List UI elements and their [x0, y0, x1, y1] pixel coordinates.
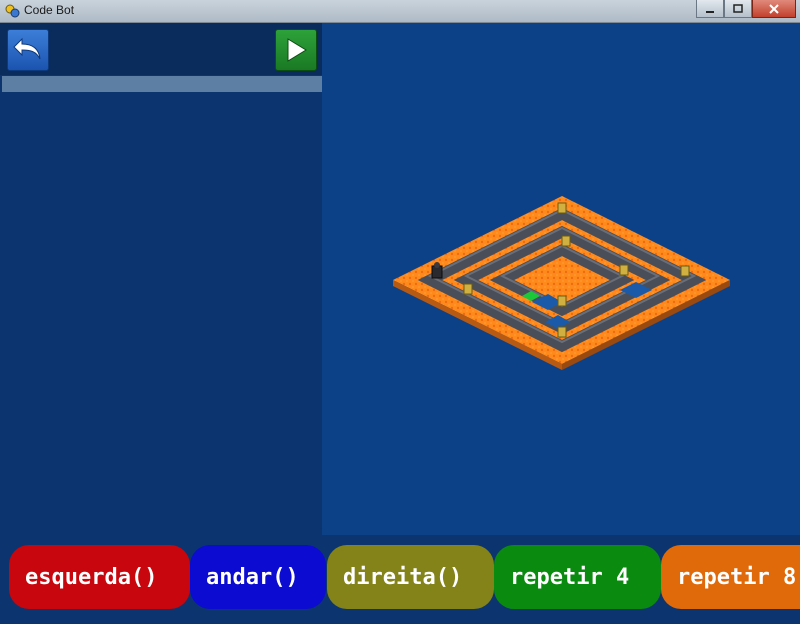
- window-title: Code Bot: [24, 3, 75, 17]
- code-panel[interactable]: [0, 23, 322, 535]
- command-palette: esquerda() andar() direita() repetir 4 r…: [0, 535, 800, 624]
- close-button[interactable]: [752, 0, 796, 18]
- back-button[interactable]: [7, 29, 49, 71]
- coin: [619, 264, 629, 276]
- window-title-bar: Code Bot: [0, 0, 800, 23]
- play-icon: [287, 38, 307, 62]
- window-controls: [696, 0, 796, 18]
- coin: [557, 295, 567, 307]
- minimize-button[interactable]: [696, 0, 724, 18]
- command-repetir-8[interactable]: repetir 8: [661, 545, 800, 609]
- coin: [557, 202, 567, 214]
- code-toolbar: [0, 23, 322, 75]
- maximize-button[interactable]: [724, 0, 752, 18]
- command-esquerda[interactable]: esquerda(): [9, 545, 190, 609]
- program-line[interactable]: [2, 76, 322, 92]
- coin: [557, 326, 567, 338]
- maximize-icon: [733, 3, 743, 13]
- command-repetir-4[interactable]: repetir 4: [494, 545, 661, 609]
- coin: [561, 235, 571, 247]
- command-andar[interactable]: andar(): [190, 545, 326, 609]
- undo-arrow-icon: [13, 37, 41, 60]
- minimize-icon: [706, 10, 714, 13]
- command-direita[interactable]: direita(): [327, 545, 494, 609]
- coin: [463, 283, 473, 295]
- app-icon: [5, 4, 20, 18]
- play-button[interactable]: [275, 29, 317, 71]
- coin: [680, 265, 690, 277]
- level-map: [393, 196, 730, 370]
- close-icon: [769, 3, 779, 14]
- game-view: [322, 23, 800, 535]
